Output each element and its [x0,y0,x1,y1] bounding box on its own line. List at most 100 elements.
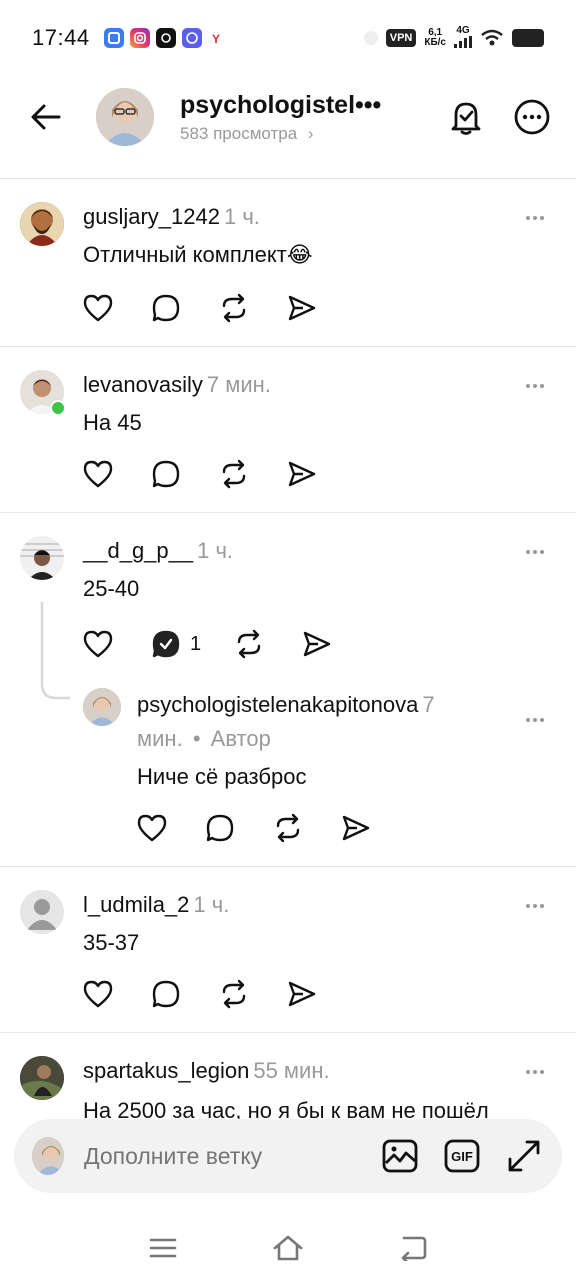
reply-text: Ниче сё разброс [137,764,307,789]
comment-time: 1 ч. [193,892,230,917]
dot-icon [533,718,537,722]
repost-button[interactable] [270,810,306,846]
recent-apps-button[interactable] [143,1228,183,1268]
svg-text:Y: Y [212,32,220,46]
repost-button[interactable] [216,976,252,1012]
reply-time: 7 [422,692,435,717]
menu-icon [149,1238,176,1258]
share-button[interactable] [284,290,320,326]
reply-username[interactable]: psychologistelenakapitonova [137,692,418,717]
dot-icon [540,216,544,220]
separator-dot: • [192,726,201,751]
like-button[interactable] [80,290,116,326]
repost-icon [237,629,261,659]
share-button[interactable] [284,976,320,1012]
like-button[interactable] [134,810,170,846]
dot-icon [526,384,530,388]
author-badge: Автор [210,726,271,751]
author-avatar[interactable] [96,88,154,146]
view-count[interactable]: 583 просмотра › [180,124,446,144]
comment-time: 1 ч. [197,538,234,563]
online-status-badge [50,400,66,416]
signal-indicator: 4G [454,25,472,51]
repost-button[interactable] [231,626,267,662]
system-back-button[interactable] [393,1228,433,1268]
reply-button[interactable] [148,456,184,492]
like-button[interactable] [80,626,116,662]
dot-icon [540,550,544,554]
back-icon [402,1236,427,1261]
reply-button[interactable] [148,290,184,326]
gif-button[interactable]: GIF [442,1136,482,1176]
home-button[interactable] [268,1228,308,1268]
instagram-icon [129,28,150,48]
gif-icon: GIF [444,1139,480,1173]
comment-item: l_udmila_2 1 ч. 35-37 [0,866,576,1032]
attach-image-button[interactable] [380,1136,420,1176]
like-button[interactable] [80,456,116,492]
avatar[interactable] [20,890,64,934]
share-button[interactable] [299,626,335,662]
more-options-button[interactable] [512,97,552,137]
speed-unit: КБ/с [424,37,446,48]
comment-username[interactable]: l_udmila_2 [83,892,189,917]
share-button[interactable] [338,810,374,846]
comment-more-button[interactable] [520,1062,550,1082]
share-button[interactable] [284,456,320,492]
repost-icon [222,293,246,323]
dot-icon [526,1070,530,1074]
comment-actions [80,976,352,1012]
comment-username[interactable]: __d_g_p__ [83,538,193,563]
comment-item: spartakus_legion 55 мин. На 2500 за час, … [0,1032,576,1122]
reply-avatar[interactable] [83,688,121,726]
battery-icon [512,29,544,47]
author-username[interactable]: psychologistel••• [180,91,446,120]
comment-more-button[interactable] [520,376,550,396]
comment-item: gusljary_1242 1 ч. Отличный комплект😂 [0,178,576,346]
repost-button[interactable] [216,290,252,326]
comment-bubble-icon [206,814,234,842]
send-icon [288,461,316,487]
reply-button[interactable] [148,626,184,662]
reply-button[interactable] [148,976,184,1012]
view-count-label: 583 просмотра [180,123,298,143]
like-button[interactable] [80,976,116,1012]
thread-line [40,602,70,700]
dot-icon [526,216,530,220]
comment-username[interactable]: gusljary_1242 [83,204,220,229]
avatar[interactable] [20,202,64,246]
comment-header: levanovasily 7 мин. [83,372,271,398]
bell-check-icon [451,102,481,135]
comment-username[interactable]: levanovasily [83,372,203,397]
send-icon [288,295,316,321]
expand-button[interactable] [504,1136,544,1176]
comment-more-button[interactable] [520,896,550,916]
repost-icon [276,813,300,843]
subscribe-bell-button[interactable] [446,97,486,137]
comment-header: gusljary_1242 1 ч. [83,204,260,230]
reply-input[interactable] [84,1142,380,1170]
dot-icon [526,718,530,722]
comment-text: 35-37 [83,930,140,955]
avatar[interactable] [20,1056,64,1100]
reply-more-button[interactable] [520,710,550,730]
back-button[interactable] [24,95,68,139]
heart-icon [83,630,113,658]
repost-button[interactable] [216,456,252,492]
reply-composer: GIF [14,1119,562,1193]
dot-icon [526,550,530,554]
header-text[interactable]: psychologistel••• 583 просмотра › [180,91,446,144]
comment-more-button[interactable] [520,208,550,228]
comment-username[interactable]: spartakus_legion [83,1058,249,1083]
dot-icon [540,718,544,722]
comment-more-button[interactable] [520,542,550,562]
reply-button[interactable] [202,810,238,846]
comment-time: 1 ч. [223,204,260,229]
expand-icon [508,1140,540,1172]
avatar[interactable] [20,536,64,580]
dot-icon [363,31,378,45]
comment-text: На 45 [83,410,142,435]
dot-icon [533,550,537,554]
heart-icon [83,294,113,322]
comment-header: spartakus_legion 55 мин. [83,1058,330,1084]
